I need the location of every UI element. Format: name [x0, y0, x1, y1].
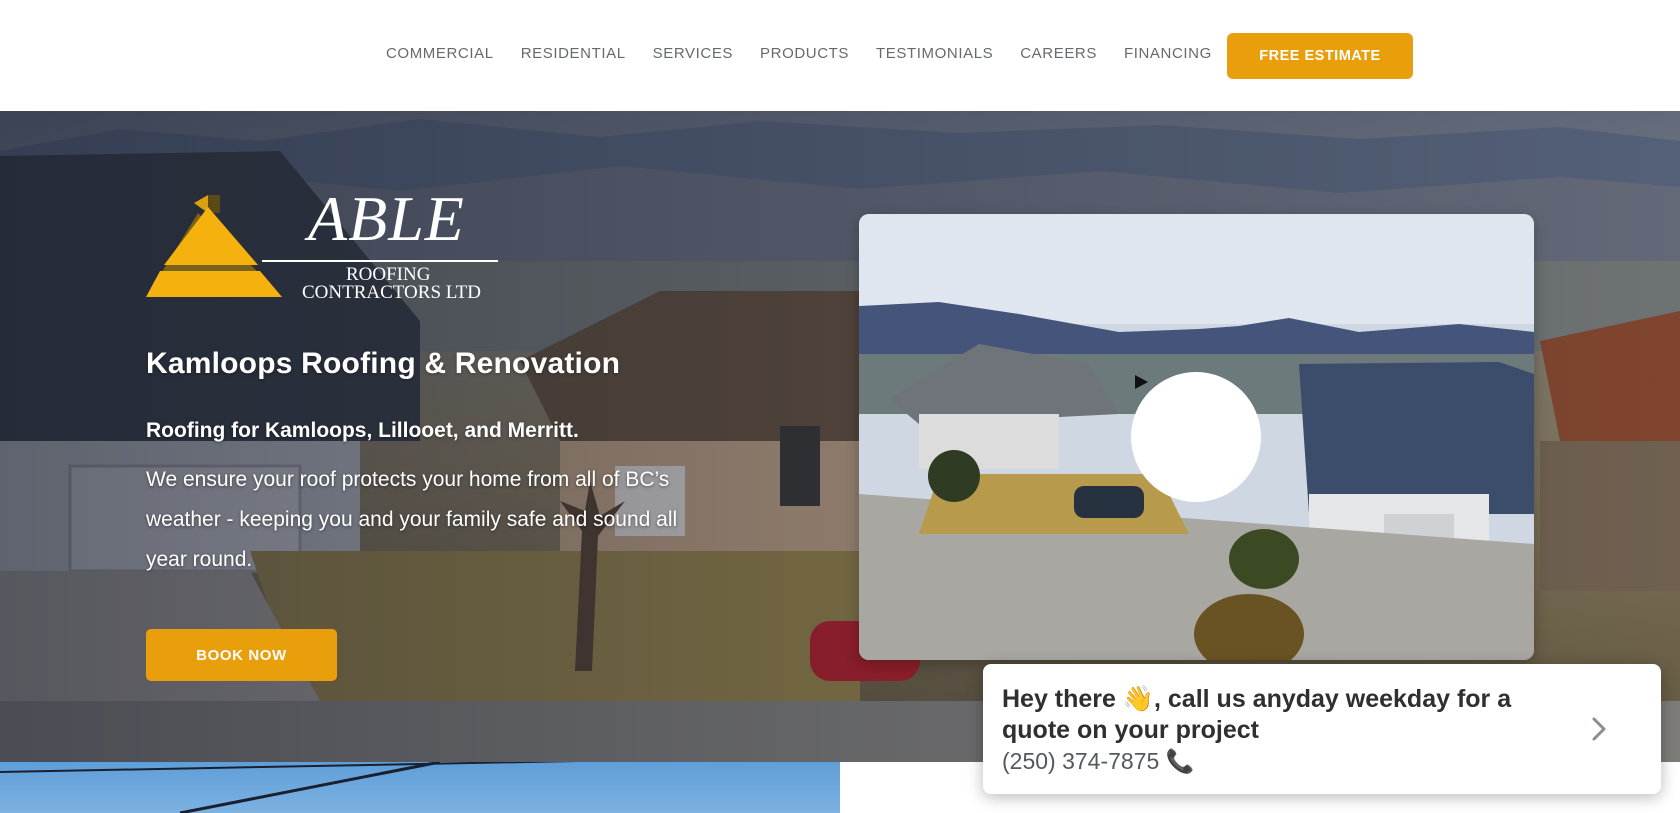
logo-wordmark: ABLE — [308, 183, 465, 254]
hero-lead: Roofing for Kamloops, Lillooet, and Merr… — [146, 419, 579, 442]
nav-item-testimonials[interactable]: TESTIMONIALS — [876, 44, 993, 64]
company-logo[interactable]: ABLE ROOFING CONTRACTORS LTD — [146, 187, 506, 318]
book-now-button[interactable]: BOOK NOW — [146, 629, 337, 681]
nav-item-careers[interactable]: CAREERS — [1020, 44, 1097, 64]
popup-phone-link[interactable]: (250) 374-7875 📞 — [1002, 748, 1194, 775]
free-estimate-button[interactable]: FREE ESTIMATE — [1227, 33, 1413, 79]
site-header: COMMERCIAL RESIDENTIAL SERVICES PRODUCTS… — [0, 0, 1680, 111]
nav-item-commercial[interactable]: COMMERCIAL — [386, 44, 494, 64]
video-player[interactable] — [859, 214, 1534, 660]
play-button[interactable] — [1131, 372, 1261, 502]
nav-item-services[interactable]: SERVICES — [653, 44, 733, 64]
next-section-image — [0, 762, 840, 813]
logo-line2: CONTRACTORS LTD — [302, 282, 481, 303]
power-lines-image — [0, 762, 578, 813]
nav-item-products[interactable]: PRODUCTS — [760, 44, 849, 64]
play-icon — [1135, 375, 1148, 389]
hero-body: We ensure your roof protects your home f… — [146, 468, 678, 571]
main-nav: COMMERCIAL RESIDENTIAL SERVICES PRODUCTS… — [386, 44, 1212, 64]
hero-title: Kamloops Roofing & Renovation — [146, 347, 621, 380]
popup-message: Hey there 👋, call us anyday weekday for … — [1002, 685, 1512, 744]
call-us-popup[interactable]: Hey there 👋, call us anyday weekday for … — [983, 664, 1661, 794]
chevron-right-icon[interactable] — [1590, 716, 1608, 742]
nav-item-financing[interactable]: FINANCING — [1124, 44, 1212, 64]
nav-item-residential[interactable]: RESIDENTIAL — [521, 44, 626, 64]
